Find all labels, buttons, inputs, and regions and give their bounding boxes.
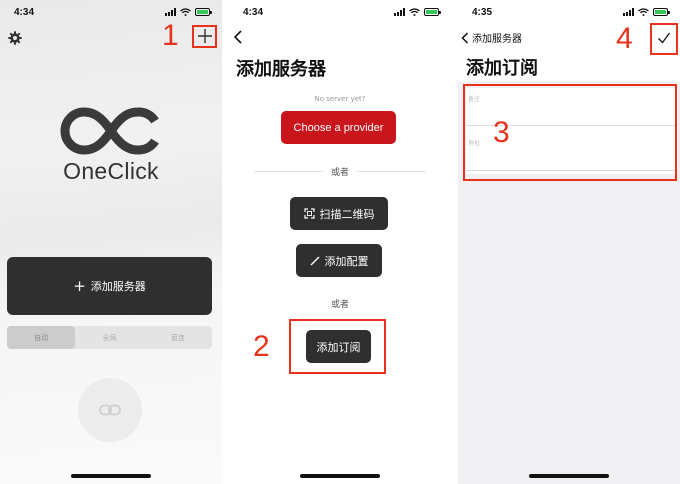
back-button[interactable]: 添加服务器 <box>461 30 522 45</box>
back-chevron-icon <box>461 31 469 44</box>
scan-qr-button[interactable]: 扫描二维码 <box>290 197 388 230</box>
battery-icon <box>653 8 670 16</box>
annotation-step-3: 3 <box>493 116 510 149</box>
status-time: 4:34 <box>14 7 35 18</box>
home-indicator <box>71 474 151 478</box>
app-logo-text: OneClick <box>63 158 159 184</box>
add-config-button[interactable]: 添加配置 <box>296 244 382 277</box>
plus-icon[interactable] <box>197 28 213 44</box>
mode-global[interactable]: 全局 <box>75 326 143 349</box>
divider-right <box>356 171 426 172</box>
status-bar: 4:34 <box>229 0 451 24</box>
back-label: 添加服务器 <box>472 34 522 45</box>
signal-icon <box>165 8 176 16</box>
mode-direct[interactable]: 直连 <box>144 326 212 349</box>
wifi-icon <box>409 8 420 16</box>
gear-icon[interactable] <box>8 31 22 45</box>
link-icon <box>99 404 121 416</box>
add-subscription-screen: 4:35 添加服务器 4 添加订阅 备注 地址 3 <box>458 0 680 484</box>
signal-icon <box>623 8 634 16</box>
connect-button[interactable] <box>78 378 142 442</box>
status-bar: 4:34 <box>0 0 222 24</box>
status-time: 4:35 <box>472 7 493 18</box>
signal-icon <box>394 8 405 16</box>
battery-icon <box>424 8 441 16</box>
wifi-icon <box>180 8 191 16</box>
or-separator-2: 或者 <box>330 300 349 310</box>
mode-segmented-control[interactable]: 自动 全局 直连 <box>7 326 212 349</box>
page-title: 添加服务器 <box>236 59 326 80</box>
mode-auto[interactable]: 自动 <box>7 326 76 349</box>
add-config-label: 添加配置 <box>324 254 369 268</box>
no-server-text: No server yet? <box>314 95 366 103</box>
choose-provider-button[interactable]: Choose a provider <box>281 111 396 144</box>
annotation-step-2: 2 <box>253 330 270 363</box>
qr-scan-icon <box>303 208 315 219</box>
annotation-step-4: 4 <box>616 22 633 55</box>
checkmark-icon[interactable] <box>657 31 671 45</box>
battery-icon <box>195 8 212 16</box>
add-subscription-button[interactable]: 添加订阅 <box>306 330 371 363</box>
add-server-label: 添加服务器 <box>90 280 146 293</box>
status-time: 4:34 <box>243 7 264 18</box>
add-server-button[interactable]: + 添加服务器 <box>7 257 212 315</box>
oneclick-home-screen: 4:34 1 OneClick + 添加服务器 自动 全局 直连 <box>0 0 222 484</box>
add-server-screen: 4:34 添加服务器 No server yet? Choose a provi… <box>229 0 451 484</box>
annotation-step-1: 1 <box>162 19 179 52</box>
home-indicator <box>300 474 380 478</box>
status-bar: 4:35 <box>458 0 680 24</box>
back-chevron-icon[interactable] <box>233 30 243 44</box>
infinity-logo-icon <box>60 107 159 155</box>
home-indicator <box>529 474 609 478</box>
plus-icon: + <box>73 277 86 295</box>
wifi-icon <box>638 8 649 16</box>
pencil-icon <box>310 256 319 265</box>
page-title: 添加订阅 <box>466 58 538 79</box>
scan-qr-label: 扫描二维码 <box>319 207 375 221</box>
